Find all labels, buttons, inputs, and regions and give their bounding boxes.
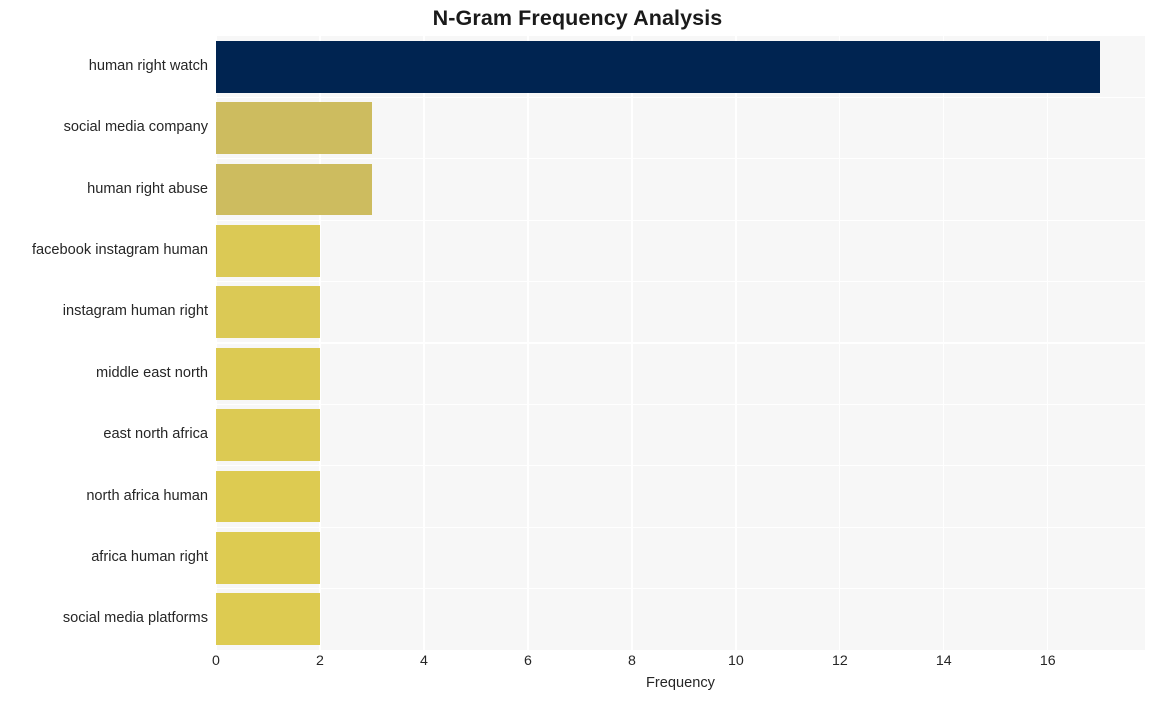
bar <box>216 102 372 155</box>
gridline-horizontal <box>216 587 1145 590</box>
x-tick-label: 8 <box>627 653 636 669</box>
y-tick-label: middle east north <box>96 364 208 381</box>
y-tick-label: social media platforms <box>62 610 208 627</box>
y-tick-label: africa human right <box>91 548 208 565</box>
x-tick-label: 14 <box>935 653 952 669</box>
bar <box>216 163 372 216</box>
x-tick-label: 4 <box>419 653 428 669</box>
gridline-horizontal <box>216 158 1145 160</box>
y-tick-label: east north africa <box>103 426 208 443</box>
bar <box>216 593 320 646</box>
gridline-horizontal <box>216 219 1145 221</box>
gridline-horizontal <box>216 280 1145 283</box>
x-tick-label: 16 <box>1039 653 1056 669</box>
bar <box>216 286 320 339</box>
y-tick-label: social media company <box>63 119 208 136</box>
chart-figure: N-Gram Frequency Analysis human right wa… <box>0 0 1155 701</box>
gridline-horizontal <box>216 526 1145 528</box>
bar <box>216 409 320 462</box>
gridline-horizontal <box>216 403 1145 406</box>
gridline-horizontal <box>216 342 1145 344</box>
x-tick-label: 10 <box>727 653 744 669</box>
x-tick-label: 12 <box>831 653 848 669</box>
y-tick-label: instagram human right <box>62 303 208 320</box>
bar <box>216 224 320 277</box>
y-tick-label: facebook instagram human <box>31 241 208 258</box>
x-tick-label: 0 <box>212 653 220 669</box>
gridline-horizontal <box>216 96 1145 99</box>
bar <box>216 347 320 400</box>
chart-title: N-Gram Frequency Analysis <box>432 6 723 30</box>
x-axis-label: Frequency <box>646 675 715 691</box>
bar <box>216 531 320 584</box>
y-tick-label: human right watch <box>88 57 208 74</box>
x-tick-label: 6 <box>523 653 532 669</box>
x-tick-label: 2 <box>316 653 324 669</box>
plot-area <box>216 36 1145 650</box>
y-tick-label: human right abuse <box>87 180 208 197</box>
y-tick-label: north africa human <box>86 487 208 504</box>
bar <box>216 470 320 523</box>
gridline-horizontal <box>216 465 1145 467</box>
bar <box>216 40 1100 93</box>
